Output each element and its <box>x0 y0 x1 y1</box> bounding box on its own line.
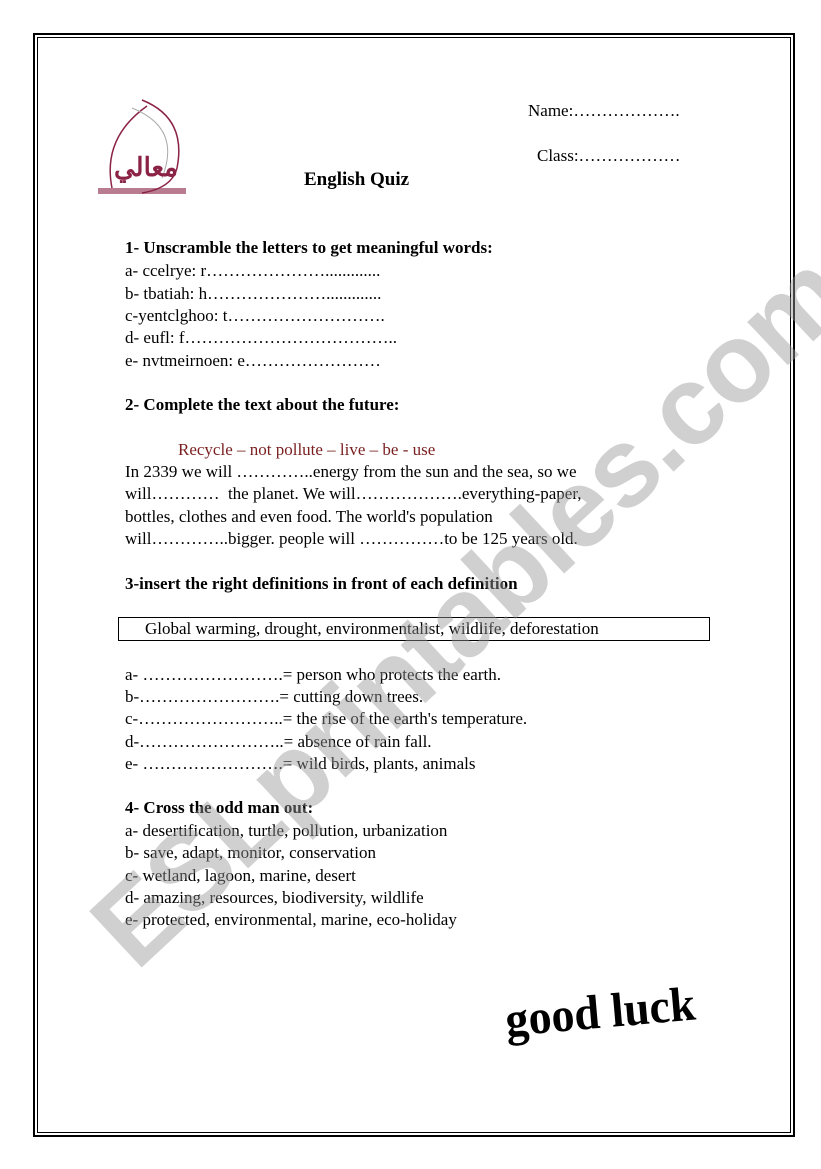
list-item: c-yentclghoo: t………………………. <box>125 306 385 325</box>
list-item: b- tbatiah: h…………………............. <box>125 284 382 303</box>
list-item: a- ccelrye: r…………………............. <box>125 261 381 280</box>
worksheet-page: معالي Name:………………. Class:……………… English … <box>0 0 821 1169</box>
list-item: d- eufl: f……………………………….. <box>125 328 397 347</box>
paragraph-line: In 2339 we will …………..energy from the su… <box>125 462 577 481</box>
section1-heading: 1- Unscramble the letters to get meaning… <box>125 238 493 257</box>
paragraph-line: bottles, clothes and even food. The worl… <box>125 507 493 526</box>
word-bank: Recycle – not pollute – live – be - use <box>178 440 436 459</box>
section2-heading: 2- Complete the text about the future: <box>125 395 400 414</box>
logo-text: معالي <box>114 153 178 183</box>
school-logo: معالي <box>98 99 186 194</box>
list-item: e- nvtmeirnoen: e…………………… <box>125 351 381 370</box>
page-title: English Quiz <box>304 169 410 190</box>
class-field: Class:……………… <box>537 146 681 165</box>
name-field: Name:………………. <box>528 101 680 120</box>
